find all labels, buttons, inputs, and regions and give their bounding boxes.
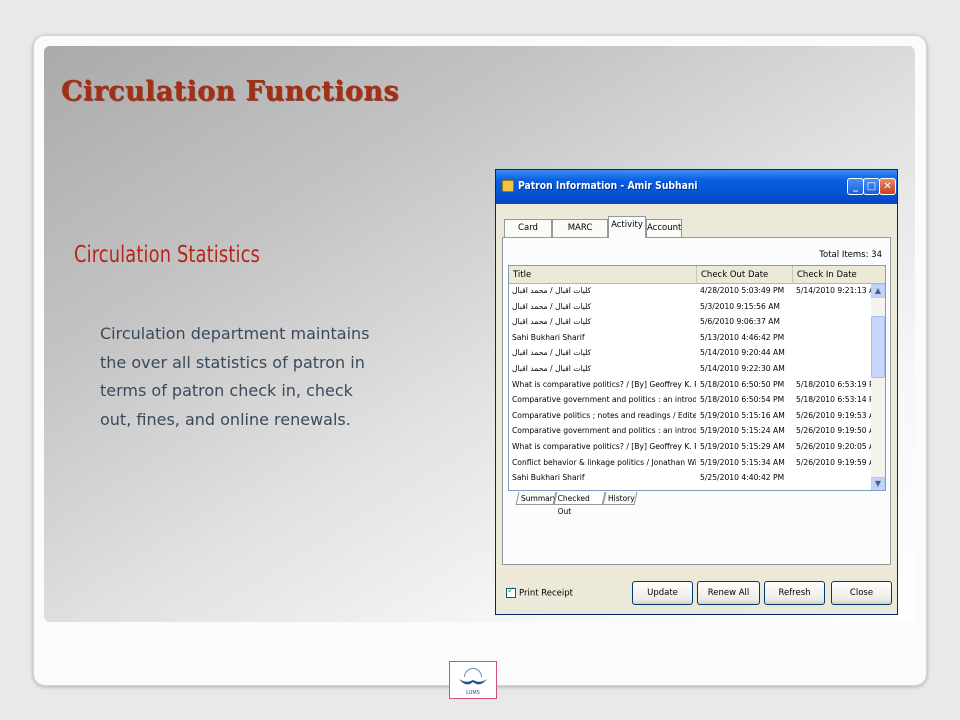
- cell-check-out: 5/14/2010 9:22:30 AM: [700, 364, 785, 373]
- refresh-button[interactable]: Refresh: [764, 581, 825, 605]
- cell-title: What is comparative politics? / [By] Geo…: [512, 442, 696, 451]
- cell-title: Comparative government and politics : an…: [512, 395, 696, 405]
- tab-marc-format[interactable]: MARC Format: [552, 219, 608, 249]
- table-row[interactable]: Comparative politics ; notes and reading…: [509, 411, 881, 421]
- table-row[interactable]: Sahi Bukhari Sharif 5/25/2010 4:40:42 PM: [509, 473, 881, 483]
- table-row[interactable]: کلیات اقبال / محمد اقبال 4/28/2010 5:03:4…: [509, 286, 881, 296]
- renew-all-button[interactable]: Renew All: [697, 581, 760, 605]
- column-header-check-out[interactable]: Check Out Date: [697, 266, 793, 284]
- table-row[interactable]: Sahi Bukhari Sharif 5/13/2010 4:46:42 PM: [509, 333, 881, 343]
- scroll-down-icon[interactable]: ▼: [871, 477, 885, 490]
- window-titlebar[interactable]: Patron Information - Amir Subhani _ □ ✕: [496, 170, 897, 204]
- cell-check-out: 5/19/2010 5:15:16 AM: [700, 410, 785, 420]
- column-header-title[interactable]: Title: [509, 266, 697, 284]
- cell-check-out: 5/19/2010 5:15:29 AM: [700, 442, 785, 451]
- cell-title: Comparative politics ; notes and reading…: [512, 410, 696, 420]
- slide-body: Circulation department maintains the ove…: [100, 320, 480, 434]
- cell-title: کلیات اقبال / محمد اقبال: [512, 286, 592, 295]
- window-title: Patron Information - Amir Subhani: [518, 180, 698, 192]
- scroll-thumb[interactable]: [871, 316, 885, 378]
- cell-check-in: 5/26/2010 9:19:53 AM: [796, 410, 880, 420]
- cell-check-in: 5/26/2010 9:19:59 AM: [796, 457, 880, 467]
- cell-title: کلیات اقبال / محمد اقبال: [512, 348, 592, 358]
- cell-check-in: 5/26/2010 9:20:05 AM: [796, 442, 880, 451]
- cell-check-out: 5/14/2010 9:20:44 AM: [700, 348, 785, 358]
- table-row[interactable]: کلیات اقبال / محمد اقبال 5/6/2010 9:06:37…: [509, 317, 881, 327]
- cell-title: Sahi Bukhari Sharif: [512, 473, 585, 483]
- column-header-check-in[interactable]: Check In Date: [793, 266, 885, 284]
- cell-check-in: 5/26/2010 9:19:50 AM: [796, 426, 880, 436]
- cell-title: Comparative government and politics : an…: [512, 426, 696, 436]
- cell-check-in: 5/14/2010 9:21:13 AM: [796, 286, 880, 295]
- cell-check-in: 5/18/2010 6:53:14 PM: [796, 395, 880, 405]
- body-line: out, fines, and online renewals.: [100, 409, 351, 429]
- table-row[interactable]: Comparative government and politics : an…: [509, 426, 881, 436]
- cell-check-out: 4/28/2010 5:03:49 PM: [700, 286, 785, 295]
- tab-bar: Card Format MARC Format Activity Account: [504, 216, 899, 249]
- close-window-button[interactable]: ✕: [879, 178, 896, 195]
- close-button[interactable]: Close: [831, 581, 892, 605]
- scroll-up-icon[interactable]: ▲: [871, 284, 885, 298]
- cell-title: Sahi Bukhari Sharif: [512, 332, 585, 342]
- minimize-button[interactable]: _: [847, 178, 864, 195]
- minimize-icon: _: [853, 181, 858, 192]
- tab-activity[interactable]: Activity: [608, 216, 646, 238]
- table-row[interactable]: Conflict behavior & linkage politics / J…: [509, 458, 881, 468]
- maximize-button[interactable]: □: [863, 178, 880, 195]
- activity-panel: Total Items: 34 Title Check Out Date Che…: [502, 237, 891, 565]
- table-row[interactable]: What is comparative politics? / [By] Geo…: [509, 380, 881, 390]
- table-row[interactable]: کلیات اقبال / محمد اقبال 5/3/2010 9:15:56…: [509, 302, 881, 312]
- print-receipt-label: Print Receipt: [519, 588, 574, 599]
- cell-check-out: 5/13/2010 4:46:42 PM: [700, 332, 785, 342]
- cell-check-out: 5/19/2010 5:15:34 AM: [700, 457, 785, 467]
- cell-title: کلیات اقبال / محمد اقبال: [512, 301, 592, 311]
- cell-check-out: 5/18/2010 6:50:50 PM: [700, 379, 785, 389]
- vertical-scrollbar[interactable]: ▲ ▼: [871, 284, 885, 490]
- app-icon: [502, 180, 514, 192]
- slide-title: Circulation Functions: [61, 76, 399, 107]
- maximize-icon: □: [866, 181, 877, 192]
- cell-check-out: 5/19/2010 5:15:24 AM: [700, 426, 785, 436]
- lums-logo: LUMS: [449, 661, 497, 699]
- tab-checked-out[interactable]: Checked Out: [553, 492, 606, 516]
- tab-summary[interactable]: Summary: [515, 492, 557, 505]
- cell-title: What is comparative politics? / [By] Geo…: [512, 379, 696, 389]
- tab-card-format[interactable]: Card Format: [504, 219, 552, 249]
- print-receipt-checkbox[interactable]: Print Receipt: [506, 586, 574, 599]
- close-icon: ✕: [883, 181, 892, 192]
- body-line: Circulation department maintains: [100, 324, 370, 343]
- cell-title: Conflict behavior & linkage politics / J…: [512, 457, 696, 467]
- cell-title: کلیات اقبال / محمد اقبال: [512, 317, 592, 327]
- table-row[interactable]: Comparative government and politics : an…: [509, 395, 881, 405]
- total-items: Total Items: 34: [819, 250, 882, 260]
- body-line: the over all statistics of patron in: [100, 352, 365, 372]
- cell-check-out: 5/25/2010 4:40:42 PM: [700, 473, 785, 483]
- cell-check-in: 5/18/2010 6:53:19 PM: [796, 379, 880, 389]
- body-line: terms of patron check in, check: [100, 381, 353, 400]
- update-button[interactable]: Update: [632, 581, 693, 605]
- table-row[interactable]: کلیات اقبال / محمد اقبال 5/14/2010 9:20:4…: [509, 348, 881, 358]
- logo-wings-icon: [459, 679, 487, 685]
- tab-account[interactable]: Account: [646, 219, 682, 237]
- tab-history[interactable]: History: [602, 492, 638, 505]
- grid-header: Title Check Out Date Check In Date: [509, 266, 885, 284]
- activity-grid: Title Check Out Date Check In Date کلیات…: [508, 265, 886, 491]
- slide-subtitle: Circulation Statistics: [74, 242, 261, 268]
- cell-check-out: 5/18/2010 6:50:54 PM: [700, 395, 785, 405]
- patron-information-window: Patron Information - Amir Subhani _ □ ✕ …: [495, 169, 898, 615]
- cell-check-out: 5/6/2010 9:06:37 AM: [700, 317, 780, 327]
- checkbox-checked-icon[interactable]: [506, 586, 516, 598]
- cell-title: کلیات اقبال / محمد اقبال: [512, 364, 592, 373]
- cell-check-out: 5/3/2010 9:15:56 AM: [700, 301, 780, 311]
- table-row[interactable]: کلیات اقبال / محمد اقبال 5/14/2010 9:22:3…: [509, 364, 881, 374]
- logo-text: LUMS: [466, 690, 480, 696]
- table-row[interactable]: What is comparative politics? / [By] Geo…: [509, 442, 881, 452]
